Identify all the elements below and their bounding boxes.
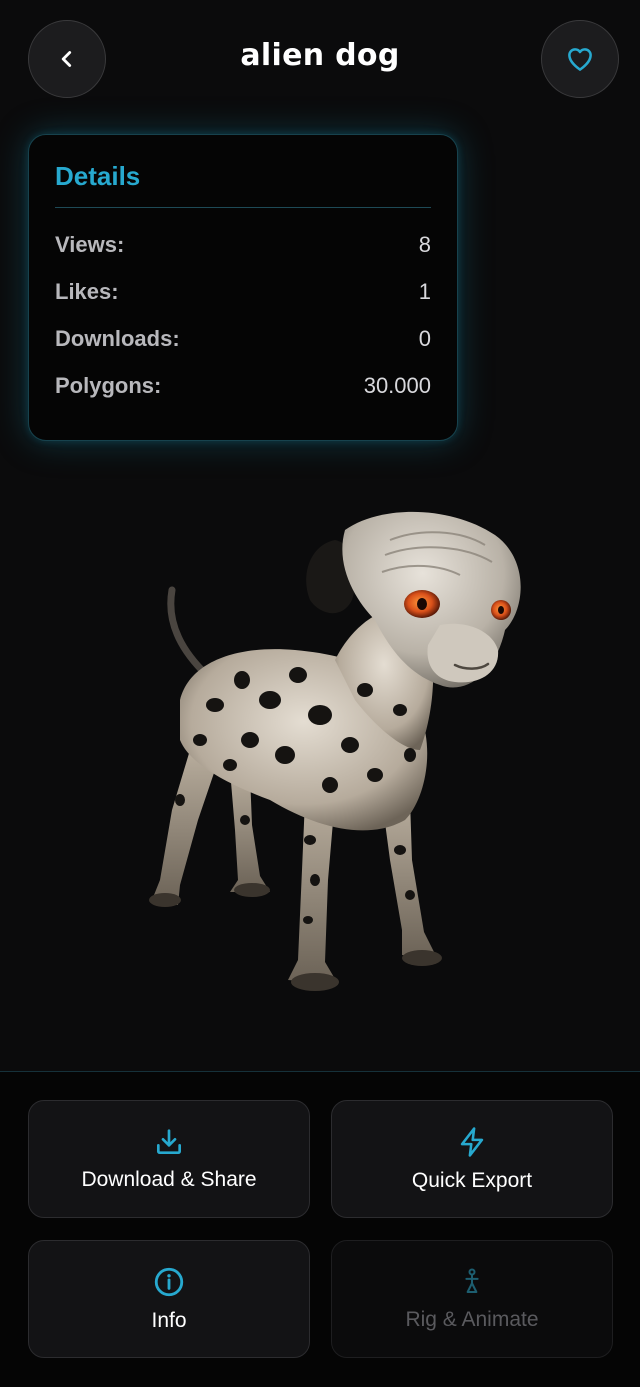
details-title: Details: [55, 161, 141, 191]
details-divider: [55, 207, 431, 208]
stat-row-polygons: Polygons: 30.000: [55, 371, 431, 401]
rig-icon: [465, 1268, 479, 1293]
stat-label: Downloads:: [55, 326, 180, 351]
stat-row-views: Views: 8: [55, 230, 431, 260]
download-share-label: Download & Share: [81, 1168, 257, 1191]
stat-label: Polygons:: [55, 373, 162, 398]
info-icon: [154, 1267, 184, 1297]
chevron-left-icon: [61, 51, 72, 67]
stat-value: 1: [418, 279, 431, 304]
favorite-button[interactable]: [541, 20, 619, 98]
back-button[interactable]: [28, 20, 106, 98]
stat-row-likes: Likes: 1: [55, 277, 431, 307]
stat-value: 30.000: [363, 373, 431, 398]
stat-label: Likes:: [55, 279, 119, 304]
stat-value: 0: [418, 326, 431, 351]
info-button[interactable]: Info: [28, 1240, 310, 1358]
stat-label: Views:: [55, 232, 125, 257]
quick-export-label: Quick Export: [411, 1169, 533, 1192]
page-title: alien dog: [240, 38, 400, 73]
rig-animate-button: Rig & Animate: [331, 1240, 613, 1358]
stat-value: 8: [418, 232, 431, 257]
action-panel: Download & Share Quick Export Info Rig &…: [0, 1071, 640, 1387]
info-label: Info: [151, 1309, 187, 1332]
download-share-button[interactable]: Download & Share: [28, 1100, 310, 1218]
details-card: Details Views: 8 Likes: 1 Downloads: 0 P…: [28, 134, 458, 441]
3d-model-viewport[interactable]: [120, 500, 540, 1000]
lightning-icon: [460, 1127, 484, 1157]
quick-export-button[interactable]: Quick Export: [331, 1100, 613, 1218]
heart-icon: [568, 48, 592, 71]
rig-animate-label: Rig & Animate: [405, 1308, 539, 1331]
stat-row-downloads: Downloads: 0: [55, 324, 431, 354]
download-icon: [157, 1129, 181, 1154]
alien-dog-model: [149, 511, 521, 991]
